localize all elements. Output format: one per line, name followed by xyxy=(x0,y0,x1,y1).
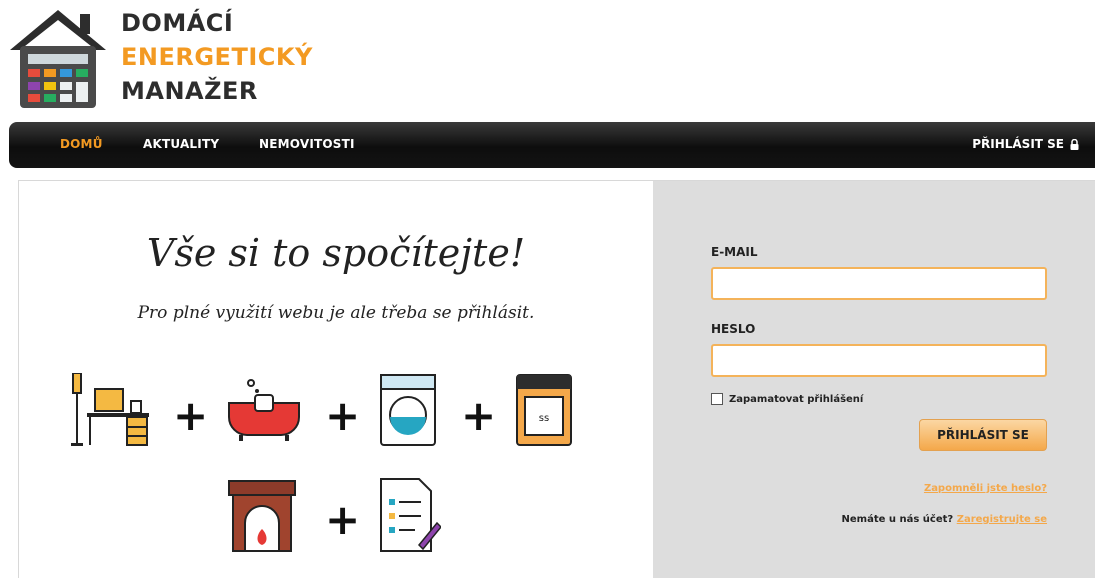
oven-icon: ss xyxy=(516,374,572,446)
remember-checkbox[interactable] xyxy=(711,393,723,405)
email-label: E-MAIL xyxy=(711,245,758,259)
desk-lamp-icon xyxy=(71,373,149,446)
hero-subtitle: Pro plné využití webu je ale třeba se př… xyxy=(137,303,535,323)
hero-title: Vše si to spočítejte! xyxy=(146,231,526,275)
nav-item-news[interactable]: AKTUALITY xyxy=(143,137,219,151)
login-panel: E-MAIL HESLO Zapamatovat přihlášení PŘIH… xyxy=(653,181,1095,578)
plus-sign: + xyxy=(325,391,361,440)
fireplace-icon xyxy=(228,480,296,552)
lock-icon xyxy=(1070,138,1079,150)
nav-login-link[interactable]: PŘIHLÁSIT SE xyxy=(972,137,1079,151)
plus-sign: + xyxy=(173,391,209,440)
password-label: HESLO xyxy=(711,322,756,336)
bathtub-icon xyxy=(228,379,300,441)
washing-machine-icon xyxy=(380,374,436,446)
nav-item-home[interactable]: DOMŮ xyxy=(60,137,103,151)
nav-login-label: PŘIHLÁSIT SE xyxy=(972,137,1064,151)
remember-me[interactable]: Zapamatovat přihlášení xyxy=(711,393,863,405)
logo-line-2: ENERGETICKÝ xyxy=(121,43,313,71)
forgot-password-link[interactable]: Zapomněli jste heslo? xyxy=(924,483,1047,494)
main-nav: DOMŮ AKTUALITY NEMOVITOSTI PŘIHLÁSIT SE xyxy=(9,122,1095,168)
plus-sign: + xyxy=(325,495,361,544)
house-calculator-icon xyxy=(10,10,106,108)
checklist-icon xyxy=(380,478,441,552)
logo-line-1: DOMÁCÍ xyxy=(121,9,234,37)
site-logo[interactable]: DOMÁCÍ ENERGETICKÝ MANAŽER xyxy=(8,6,338,114)
password-field[interactable] xyxy=(711,344,1047,377)
login-button[interactable]: PŘIHLÁSIT SE xyxy=(919,419,1047,451)
svg-text:ss: ss xyxy=(539,413,549,424)
remember-label: Zapamatovat přihlášení xyxy=(729,393,864,405)
no-account-text: Nemáte u nás účet? xyxy=(841,514,954,525)
logo-line-3: MANAŽER xyxy=(121,77,258,105)
plus-sign: + xyxy=(461,391,497,440)
hero-panel: Vše si to spočítejte! Pro plné využití w… xyxy=(19,181,653,578)
email-field[interactable] xyxy=(711,267,1047,300)
register-link[interactable]: Zaregistrujte se xyxy=(957,514,1047,525)
nav-item-properties[interactable]: NEMOVITOSTI xyxy=(259,137,355,151)
main-content: Vše si to spočítejte! Pro plné využití w… xyxy=(18,180,1095,578)
register-prompt: Nemáte u nás účet? Zaregistrujte se xyxy=(842,514,1047,525)
